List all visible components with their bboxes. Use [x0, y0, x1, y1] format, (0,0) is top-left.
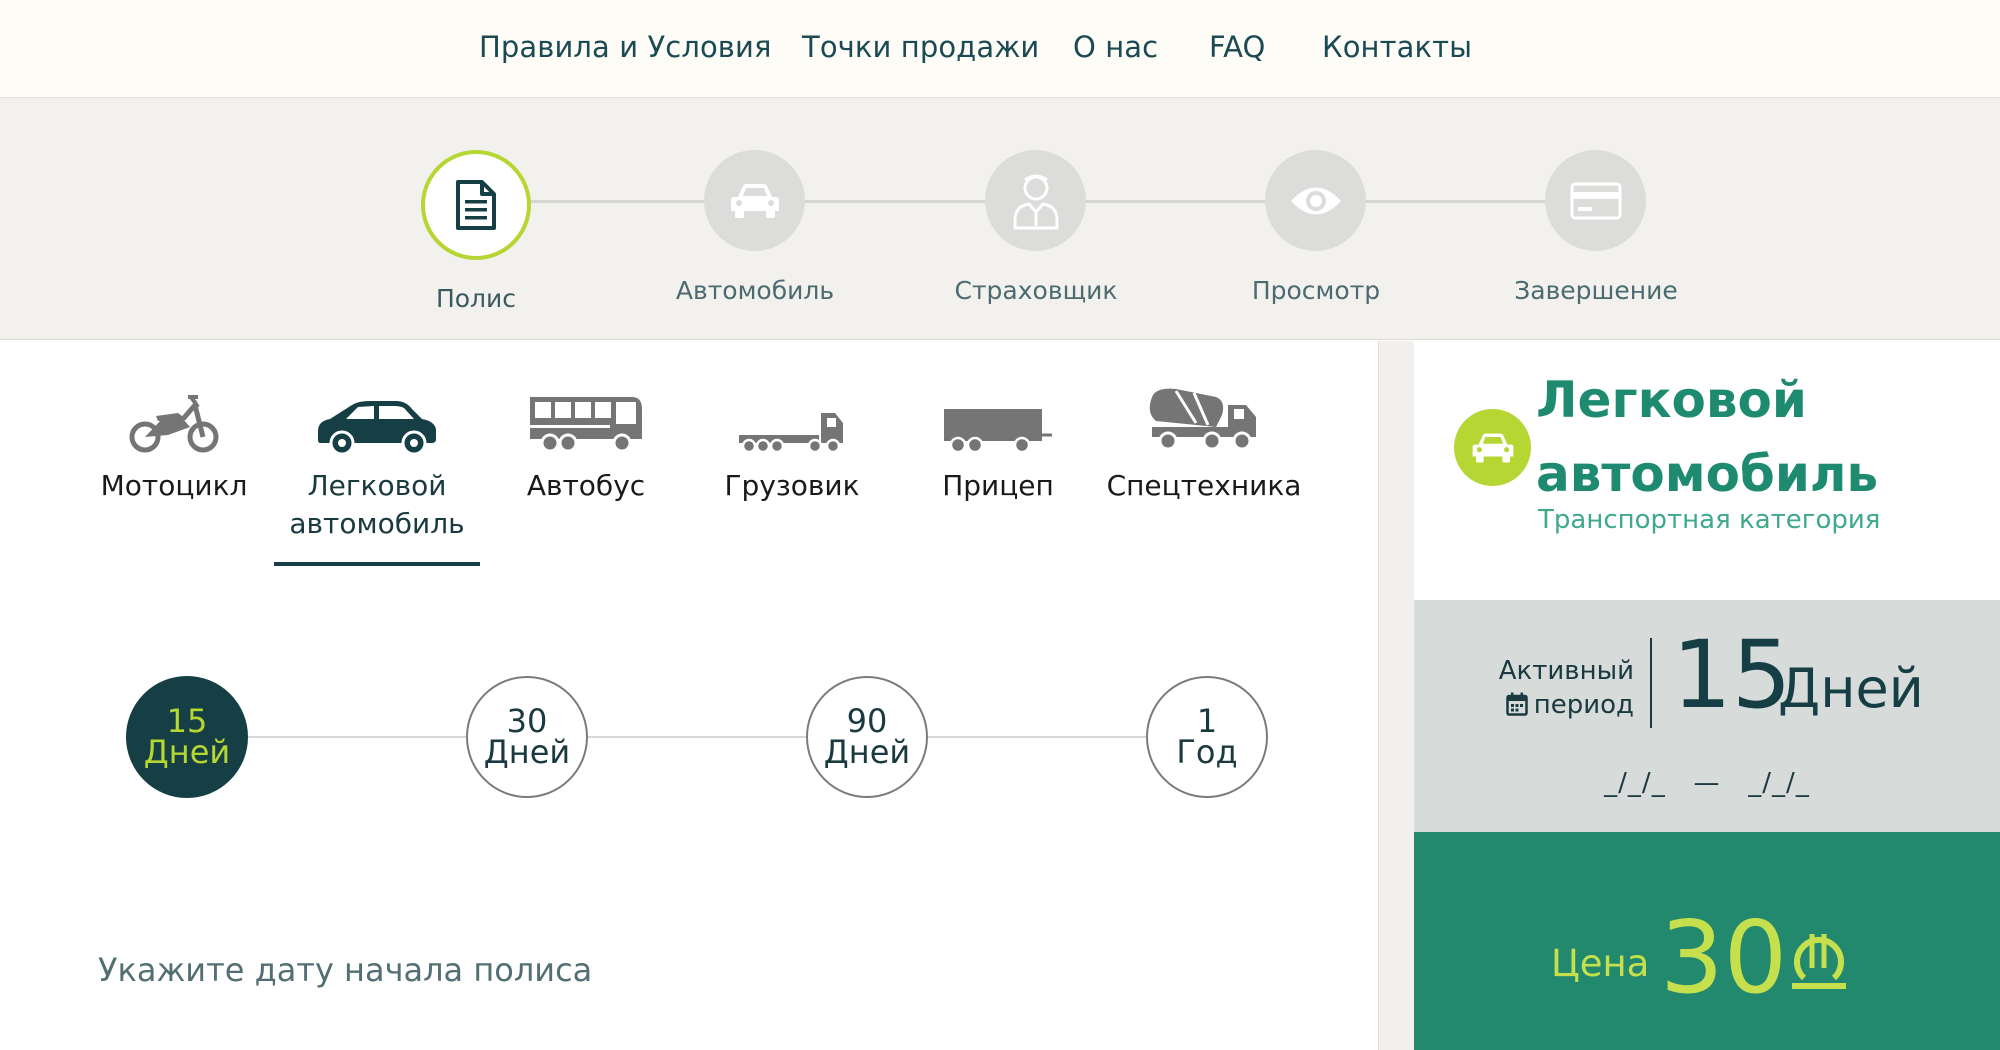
nav-sales-points-link[interactable]: Точки продажи [802, 30, 1039, 64]
price-label: Цена [1551, 942, 1650, 985]
category-name: Легковой автомобиль [1536, 371, 1879, 503]
vehicle-tab-car[interactable]: Легковой автомобиль [274, 371, 480, 543]
lari-currency-icon [1792, 934, 1846, 989]
vehicle-tab-trailer[interactable]: Прицеп [895, 371, 1101, 505]
step-insurer-circle[interactable] [985, 150, 1086, 251]
step-finish-label: Завершение [1514, 276, 1678, 305]
vehicle-tab-label: Легковой автомобиль [289, 469, 465, 540]
date-to: _/_/_ [1748, 768, 1810, 798]
period-1-year[interactable]: 1 Год [1146, 676, 1268, 798]
period-unit: Дней [823, 733, 911, 771]
truck-icon [739, 413, 843, 453]
summary-price: Цена 30 [1414, 832, 2000, 1050]
price-value: 30 [1660, 899, 1788, 1016]
step-review-circle[interactable] [1265, 150, 1366, 251]
nav-faq-link[interactable]: FAQ [1209, 30, 1265, 64]
vehicle-tab-label: Автобус [526, 469, 646, 502]
top-nav: Правила и Условия Точки продажи О нас FA… [0, 0, 2000, 98]
eye-icon [1290, 187, 1341, 214]
period-unit: Дней [143, 733, 231, 771]
calendar-icon [1505, 691, 1528, 725]
credit-card-icon [1570, 182, 1621, 219]
summary-period: Активный период 15 Дней _/_/_ — _/_/_ [1414, 600, 2000, 832]
policy-form: Мотоцикл Легковой автомобиль Автобус Гру… [0, 341, 1378, 1050]
nav-terms-link[interactable]: Правила и Условия [479, 30, 772, 64]
vehicle-tab-label: Спецтехника [1106, 469, 1302, 502]
trailer-icon [944, 409, 1052, 453]
concrete-mixer-icon [1149, 388, 1256, 451]
period-line [187, 736, 1207, 738]
active-period-dates: _/_/_ — _/_/_ [1414, 768, 2000, 798]
period-15-days[interactable]: 15 Дней [126, 676, 248, 798]
progress-stepper: Полис Автомобиль Страховщик Просмотр Зав… [0, 98, 2000, 340]
car-icon [1472, 433, 1513, 462]
vehicle-tab-label: Прицеп [942, 469, 1054, 502]
active-period-label: Активный период [1484, 654, 1634, 725]
document-icon [456, 180, 496, 230]
period-90-days[interactable]: 90 Дней [806, 676, 928, 798]
step-review-label: Просмотр [1251, 276, 1381, 305]
nav-contacts-link[interactable]: Контакты [1322, 30, 1472, 64]
category-badge [1454, 409, 1531, 486]
vehicle-tab-active-indicator [274, 562, 480, 566]
summary-category: Легковой автомобиль Транспортная категор… [1414, 341, 2000, 600]
date-separator: — [1693, 768, 1721, 798]
nav-about-link[interactable]: О нас [1073, 30, 1158, 64]
active-period-number: 15 [1672, 621, 1792, 730]
date-from: _/_/_ [1604, 768, 1666, 798]
vehicle-tab-label: Мотоцикл [100, 469, 248, 502]
active-period-unit: Дней [1778, 657, 1924, 720]
period-unit: Дней [483, 733, 571, 771]
vehicle-tab-motorcycle[interactable]: Мотоцикл [71, 371, 277, 505]
period-separator [1650, 638, 1652, 728]
vehicle-tab-label: Грузовик [724, 469, 860, 502]
vehicle-tab-special[interactable]: Спецтехника [1101, 371, 1307, 505]
step-insurer-label: Страховщик [954, 276, 1118, 305]
step-finish-circle[interactable] [1545, 150, 1646, 251]
vehicle-tab-bus[interactable]: Автобус [483, 371, 689, 505]
step-car-circle[interactable] [704, 150, 805, 251]
step-car-label: Автомобиль [675, 276, 835, 305]
car-icon [730, 183, 779, 218]
category-subtitle: Транспортная категория [1538, 505, 1881, 535]
start-date-label: Укажите дату начала полиса [98, 951, 593, 989]
step-policy-circle[interactable] [421, 150, 531, 260]
vehicle-tab-truck[interactable]: Грузовик [689, 371, 895, 505]
order-summary: Легковой автомобиль Транспортная категор… [1414, 341, 2000, 1050]
car-icon [318, 401, 436, 453]
column-divider [1378, 341, 1414, 1050]
page: Правила и Условия Точки продажи О нас FA… [0, 0, 2000, 1050]
motorcycle-icon [129, 395, 219, 453]
person-icon [1013, 174, 1058, 229]
bus-icon [530, 397, 642, 453]
period-30-days[interactable]: 30 Дней [466, 676, 588, 798]
step-policy-label: Полис [435, 284, 517, 313]
period-unit: Год [1176, 733, 1238, 771]
